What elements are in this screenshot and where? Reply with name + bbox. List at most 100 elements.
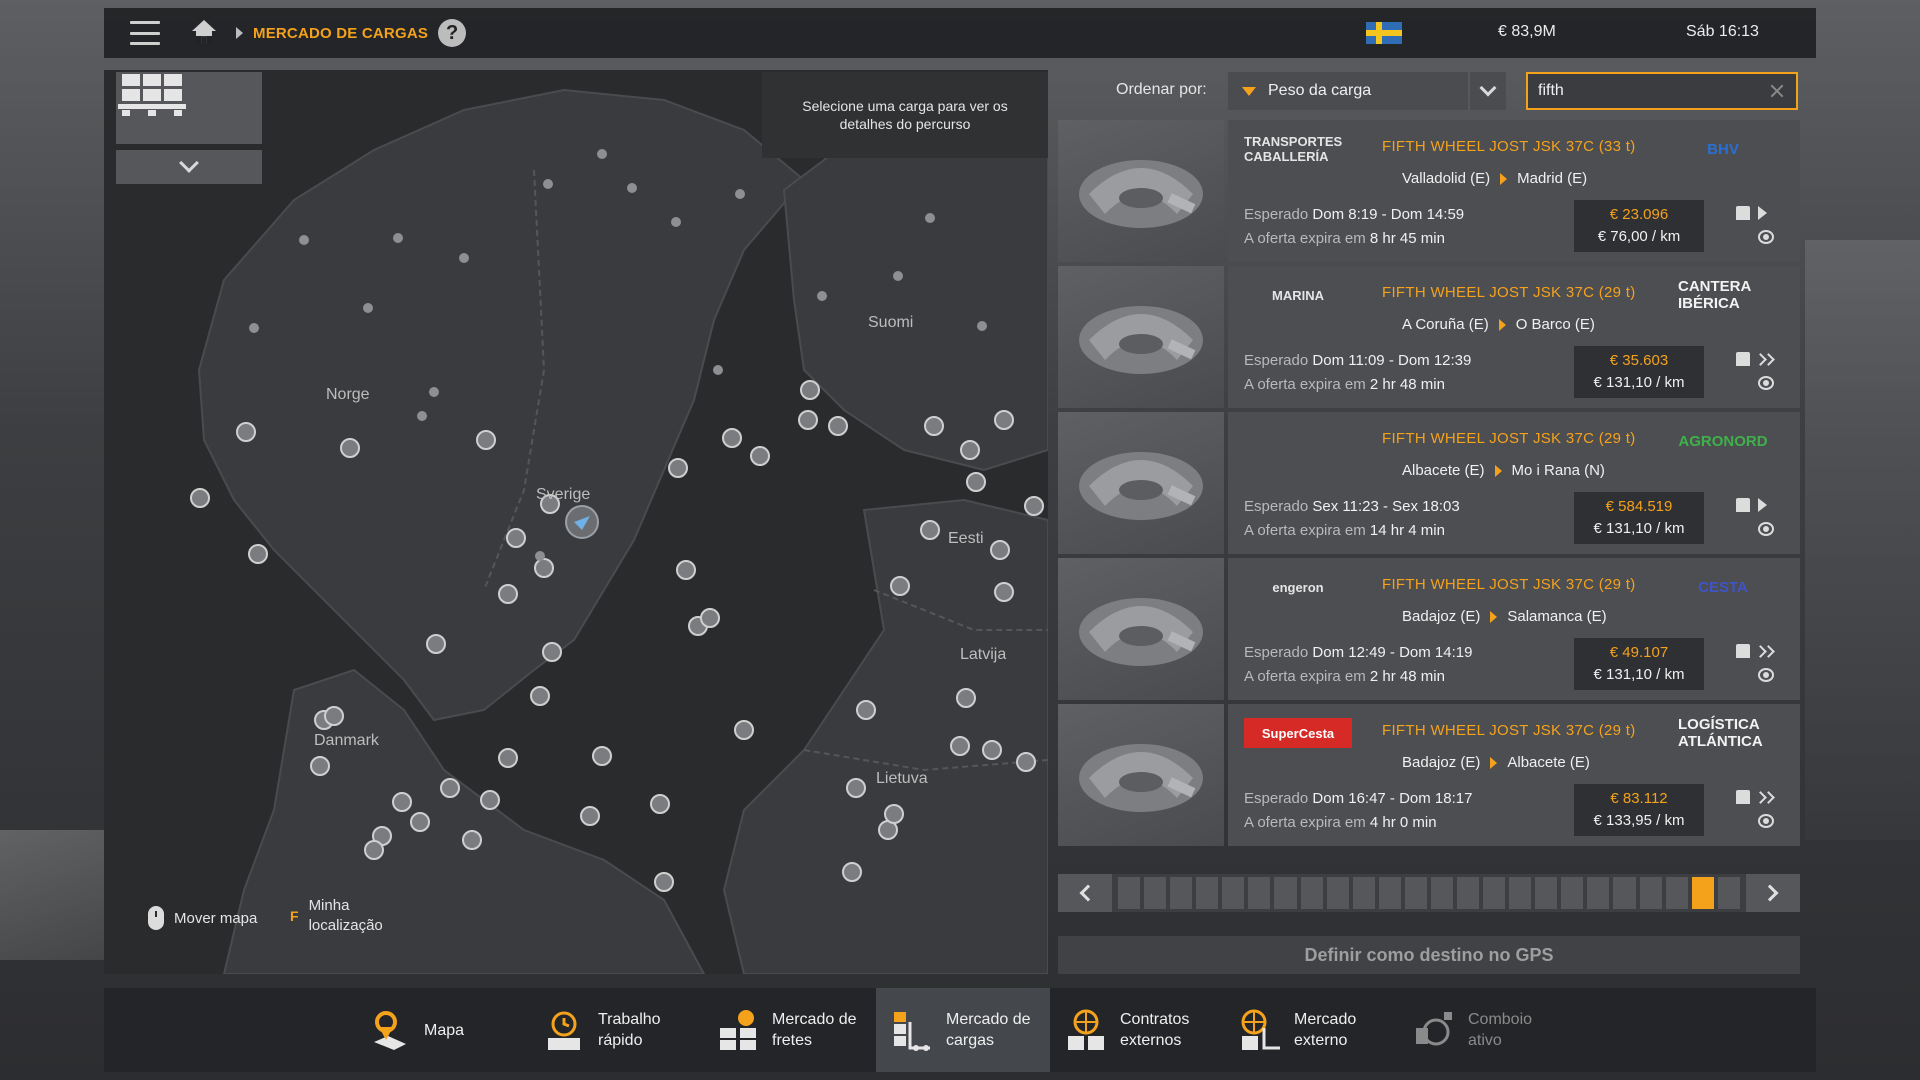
sort-dropdown-button[interactable] (1470, 72, 1506, 110)
job-card[interactable]: SuperCesta FIFTH WHEEL JOST JSK 37C (29 … (1058, 704, 1800, 846)
city-marker[interactable] (884, 804, 904, 824)
sort-direction-icon[interactable] (1242, 86, 1256, 96)
page-indicator-cell[interactable] (1170, 877, 1193, 909)
city-marker[interactable] (248, 544, 268, 564)
city-marker[interactable] (966, 472, 986, 492)
job-details[interactable]: engeron FIFTH WHEEL JOST JSK 37C (29 t) … (1228, 558, 1800, 700)
city-marker[interactable] (994, 410, 1014, 430)
city-marker[interactable] (310, 756, 330, 776)
city-marker[interactable] (890, 576, 910, 596)
city-marker[interactable] (542, 642, 562, 662)
city-marker[interactable] (506, 528, 526, 548)
city-marker[interactable] (476, 430, 496, 450)
page-indicator-cell[interactable] (1561, 877, 1584, 909)
city-marker[interactable] (1024, 496, 1044, 516)
nav-tab[interactable]: Trabalho rápido (528, 988, 702, 1072)
city-marker[interactable] (364, 840, 384, 860)
city-marker[interactable] (700, 608, 720, 628)
city-marker[interactable] (530, 686, 550, 706)
city-marker[interactable] (750, 446, 770, 466)
job-card[interactable]: MARINA FIFTH WHEEL JOST JSK 37C (29 t) A… (1058, 266, 1800, 408)
job-details[interactable]: TRANSPORTES CABALLERÍA FIFTH WHEEL JOST … (1228, 120, 1800, 262)
page-indicator-cell[interactable] (1483, 877, 1506, 909)
search-box[interactable] (1526, 72, 1798, 110)
page-indicator-cell[interactable] (1118, 877, 1141, 909)
city-marker[interactable] (592, 746, 612, 766)
city-marker[interactable] (956, 688, 976, 708)
city-marker[interactable] (340, 438, 360, 458)
page-indicator-cell[interactable] (1144, 877, 1167, 909)
page-indicator-cell[interactable] (1587, 877, 1610, 909)
gps-icon[interactable] (1758, 814, 1774, 828)
next-page-button[interactable] (1746, 874, 1800, 912)
my-location-hint[interactable]: F Minha localização (290, 896, 399, 936)
city-marker[interactable] (846, 778, 866, 798)
gps-icon[interactable] (1758, 230, 1774, 244)
page-indicator-current[interactable] (1691, 877, 1714, 909)
gps-icon[interactable] (1758, 668, 1774, 682)
page-indicator-cell[interactable] (1430, 877, 1454, 909)
city-marker[interactable] (798, 410, 818, 430)
menu-icon[interactable] (130, 21, 160, 45)
city-marker[interactable] (324, 706, 344, 726)
clear-search-icon[interactable] (1770, 84, 1784, 98)
city-marker[interactable] (190, 488, 210, 508)
city-marker[interactable] (392, 792, 412, 812)
city-marker[interactable] (960, 440, 980, 460)
city-marker[interactable] (734, 720, 754, 740)
cargo-filter-button[interactable] (116, 72, 262, 144)
city-marker[interactable] (676, 560, 696, 580)
job-details[interactable]: FIFTH WHEEL JOST JSK 37C (29 t) Albacete… (1228, 412, 1800, 554)
page-indicator-cell[interactable] (1613, 877, 1636, 909)
set-gps-destination-button[interactable]: Definir como destino no GPS (1058, 936, 1800, 974)
city-marker[interactable] (950, 736, 970, 756)
city-marker[interactable] (668, 458, 688, 478)
page-indicator-cell[interactable] (1326, 877, 1349, 909)
gps-icon[interactable] (1758, 376, 1774, 390)
city-marker[interactable] (580, 806, 600, 826)
page-indicator-cell[interactable] (1639, 877, 1662, 909)
page-indicator-cell[interactable] (1274, 877, 1297, 909)
city-marker[interactable] (534, 558, 554, 578)
city-marker[interactable] (842, 862, 862, 882)
job-card[interactable]: TRANSPORTES CABALLERÍA FIFTH WHEEL JOST … (1058, 120, 1800, 262)
city-marker[interactable] (924, 416, 944, 436)
city-marker[interactable] (498, 748, 518, 768)
city-marker[interactable] (462, 830, 482, 850)
job-details[interactable]: MARINA FIFTH WHEEL JOST JSK 37C (29 t) A… (1228, 266, 1800, 408)
city-marker[interactable] (920, 520, 940, 540)
nav-tab[interactable]: Mercado de cargas (876, 988, 1050, 1072)
sort-select[interactable]: Peso da carga (1228, 72, 1468, 110)
page-indicator-cell[interactable] (1300, 877, 1323, 909)
city-marker[interactable] (654, 872, 674, 892)
help-icon[interactable]: ? (438, 19, 467, 47)
prev-page-button[interactable] (1058, 874, 1112, 912)
nav-tab[interactable]: Contratos externos (1050, 988, 1224, 1072)
map-panel[interactable]: Selecione uma carga para ver os detalhes… (104, 70, 1048, 974)
gps-icon[interactable] (1758, 522, 1774, 536)
city-marker[interactable] (994, 582, 1014, 602)
city-marker[interactable] (1016, 752, 1036, 772)
page-indicator-cell[interactable] (1404, 877, 1427, 909)
map-canvas[interactable] (104, 70, 1048, 974)
job-card[interactable]: engeron FIFTH WHEEL JOST JSK 37C (29 t) … (1058, 558, 1800, 700)
page-indicator-cell[interactable] (1717, 877, 1740, 909)
home-icon[interactable] (190, 20, 218, 46)
page-indicator-cell[interactable] (1222, 877, 1245, 909)
city-marker[interactable] (426, 634, 446, 654)
city-marker[interactable] (982, 740, 1002, 760)
nav-tab[interactable]: Mercado externo (1224, 988, 1398, 1072)
job-card[interactable]: FIFTH WHEEL JOST JSK 37C (29 t) Albacete… (1058, 412, 1800, 554)
city-marker[interactable] (650, 794, 670, 814)
nav-tab[interactable]: Mercado de fretes (702, 988, 876, 1072)
page-indicator-cell[interactable] (1248, 877, 1271, 909)
city-marker[interactable] (440, 778, 460, 798)
page-indicator-cell[interactable] (1378, 877, 1401, 909)
collapse-button[interactable] (116, 150, 262, 184)
page-indicator-cell[interactable] (1535, 877, 1558, 909)
city-marker[interactable] (480, 790, 500, 810)
page-indicator-cell[interactable] (1352, 877, 1375, 909)
nav-tab[interactable]: Mapa (354, 988, 528, 1072)
job-details[interactable]: SuperCesta FIFTH WHEEL JOST JSK 37C (29 … (1228, 704, 1800, 846)
page-indicator-cell[interactable] (1509, 877, 1532, 909)
